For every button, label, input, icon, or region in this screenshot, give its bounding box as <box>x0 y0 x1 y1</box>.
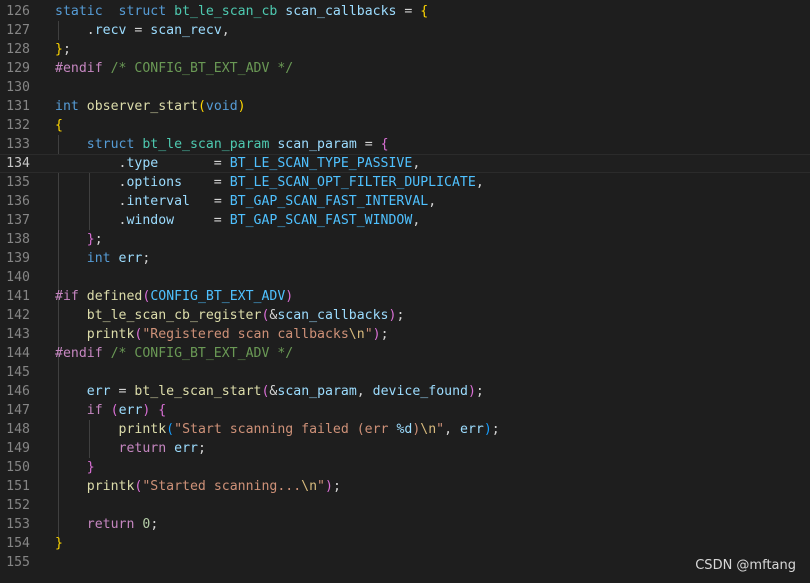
code-line[interactable]: 149 return err; <box>0 439 810 458</box>
code-line[interactable]: 146 err = bt_le_scan_start(&scan_param, … <box>0 382 810 401</box>
code-line[interactable]: 151 printk("Started scanning...\n"); <box>0 477 810 496</box>
code-line[interactable]: 141 #if defined(CONFIG_BT_EXT_ADV) <box>0 287 810 306</box>
code-line[interactable]: 130 <box>0 78 810 97</box>
line-number: 150 <box>6 460 30 475</box>
line-code: if (err) { <box>86 403 167 418</box>
line-code: static struct bt_le_scan_cb scan_callbac… <box>55 4 429 19</box>
line-code: bt_le_scan_cb_register(&scan_callbacks); <box>86 308 405 323</box>
code-line[interactable]: 128}; <box>0 40 810 59</box>
code-line[interactable]: 126 static struct bt_le_scan_cb scan_call… <box>0 2 810 21</box>
code-line[interactable]: 154} <box>0 534 810 553</box>
line-number: 133 <box>6 137 30 152</box>
line-code: } <box>55 536 63 551</box>
code-line[interactable]: 134 .type = BT_LE_SCAN_TYPE_PASSIVE, <box>0 154 810 173</box>
line-number: 148 <box>6 422 30 437</box>
line-code: err = bt_le_scan_start(&scan_param, devi… <box>86 384 484 399</box>
code-line[interactable]: 135 .options = BT_LE_SCAN_OPT_FILTER_DUP… <box>0 173 810 192</box>
line-code: int observer_start(void) <box>55 99 246 114</box>
line-code: #if defined(CONFIG_BT_EXT_ADV) <box>55 289 294 304</box>
code-line[interactable]: 144 #endif /* CONFIG_BT_EXT_ADV */ <box>0 344 810 363</box>
code-line[interactable]: 147 if (err) { <box>0 401 810 420</box>
line-code: return err; <box>118 441 206 456</box>
line-code: printk("Start scanning failed (err %d)\n… <box>118 422 500 437</box>
line-code: .window = BT_GAP_SCAN_FAST_WINDOW, <box>55 213 421 228</box>
code-editor[interactable]: 126 static struct bt_le_scan_cb scan_call… <box>0 0 810 583</box>
line-number: 154 <box>6 536 30 551</box>
line-number: 151 <box>6 479 30 494</box>
line-code: .interval = BT_GAP_SCAN_FAST_INTERVAL, <box>55 194 437 209</box>
code-line[interactable]: 139 int err; <box>0 249 810 268</box>
line-number: 130 <box>6 80 30 95</box>
code-line[interactable]: 148 printk("Start scanning failed (err %… <box>0 420 810 439</box>
line-number: 144 <box>6 346 30 361</box>
line-code: { <box>55 118 63 133</box>
line-number: 146 <box>6 384 30 399</box>
line-number: 128 <box>6 42 30 57</box>
code-line[interactable]: 132 { <box>0 116 810 135</box>
code-line[interactable]: 131 int observer_start(void) <box>0 97 810 116</box>
line-number: 140 <box>6 270 30 285</box>
line-code: return 0; <box>86 517 159 532</box>
code-line[interactable]: 155 <box>0 553 810 572</box>
line-number: 152 <box>6 498 30 513</box>
line-code: #endif /* CONFIG_BT_EXT_ADV */ <box>55 346 294 361</box>
code-line[interactable]: 127 .recv = scan_recv, <box>0 21 810 40</box>
code-line[interactable]: 137 .window = BT_GAP_SCAN_FAST_WINDOW, <box>0 211 810 230</box>
code-line[interactable]: 129 #endif /* CONFIG_BT_EXT_ADV */ <box>0 59 810 78</box>
line-code: .options = BT_LE_SCAN_OPT_FILTER_DUPLICA… <box>55 175 484 190</box>
code-line[interactable]: 152 <box>0 496 810 515</box>
line-number: 132 <box>6 118 30 133</box>
line-code: int err; <box>86 251 151 266</box>
line-number: 153 <box>6 517 30 532</box>
line-number: 141 <box>6 289 30 304</box>
line-code: printk("Started scanning...\n"); <box>86 479 341 494</box>
line-code: #endif /* CONFIG_BT_EXT_ADV */ <box>55 61 294 76</box>
line-code: } <box>86 460 95 475</box>
code-line[interactable]: 140 <box>0 268 810 287</box>
code-line[interactable]: 150 } <box>0 458 810 477</box>
code-line[interactable]: 145 <box>0 363 810 382</box>
line-number: 145 <box>6 365 30 380</box>
line-code: .type = BT_LE_SCAN_TYPE_PASSIVE, <box>55 156 421 171</box>
line-number: 139 <box>6 251 30 266</box>
line-code: .recv = scan_recv, <box>55 23 230 38</box>
code-line[interactable]: 133 struct bt_le_scan_param scan_param =… <box>0 135 810 154</box>
line-number: 135 <box>6 175 30 190</box>
line-number: 138 <box>6 232 30 247</box>
line-number: 147 <box>6 403 30 418</box>
line-number: 129 <box>6 61 30 76</box>
line-number: 142 <box>6 308 30 323</box>
line-number: 137 <box>6 213 30 228</box>
line-code: printk("Registered scan callbacks\n"); <box>86 327 389 342</box>
code-line[interactable]: 138 }; <box>0 230 810 249</box>
line-number: 149 <box>6 441 30 456</box>
line-number: 136 <box>6 194 30 209</box>
line-number: 134 <box>6 156 30 171</box>
line-code: }; <box>55 42 71 57</box>
line-number: 143 <box>6 327 30 342</box>
code-line[interactable]: 143 printk("Registered scan callbacks\n"… <box>0 325 810 344</box>
code-line[interactable]: 142 bt_le_scan_cb_register(&scan_callbac… <box>0 306 810 325</box>
line-code: }; <box>86 232 103 247</box>
line-code: struct bt_le_scan_param scan_param = { <box>86 137 389 152</box>
watermark: CSDN @mftang <box>695 558 796 573</box>
line-number: 127 <box>6 23 30 38</box>
code-line[interactable]: 153 return 0; <box>0 515 810 534</box>
line-number: 131 <box>6 99 30 114</box>
line-number: 126 <box>6 4 30 19</box>
line-number: 155 <box>6 555 30 570</box>
code-line[interactable]: 136 .interval = BT_GAP_SCAN_FAST_INTERVA… <box>0 192 810 211</box>
